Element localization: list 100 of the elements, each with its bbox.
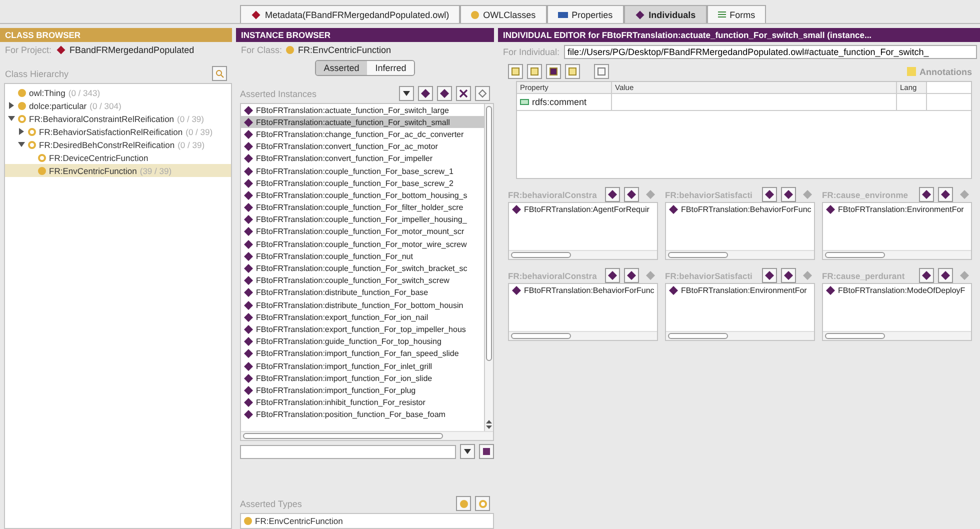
instance-item[interactable]: FBtoFRTranslation:convert_function_For_ac_motor bbox=[241, 140, 484, 153]
tree-item[interactable]: FR:DeviceCentricFunction bbox=[5, 151, 231, 164]
tab[interactable]: Forms bbox=[706, 5, 766, 23]
tab[interactable]: Properties bbox=[546, 5, 624, 23]
url-field[interactable]: file://Users/PG/Desktop/FBandFRMergedandPopulated.owl#actuate_function_For_switch_ bbox=[564, 45, 977, 59]
add-value-button[interactable] bbox=[919, 268, 934, 283]
add-value-button[interactable] bbox=[781, 268, 796, 283]
instance-item[interactable]: FBtoFRTranslation:actuate_function_For_switch_small bbox=[241, 116, 484, 128]
diamond-icon bbox=[646, 190, 655, 199]
dropdown-button[interactable] bbox=[399, 86, 414, 101]
instance-item[interactable]: FBtoFRTranslation:distribute_function_For_bottom_housin bbox=[241, 299, 484, 312]
panel-button[interactable] bbox=[594, 64, 609, 79]
tree-item[interactable]: FR:DesiredBehConstrRelReification (0 / 39) bbox=[5, 138, 231, 151]
remove-type-button[interactable] bbox=[475, 496, 490, 511]
scroll-arrows-icon[interactable] bbox=[486, 420, 492, 429]
tree-item[interactable]: FR:EnvCentricFunction (39 / 39) bbox=[5, 164, 231, 177]
mode-tab[interactable]: Asserted bbox=[316, 61, 368, 75]
table-cell: rdfs:comment bbox=[517, 94, 612, 110]
delete-button[interactable] bbox=[456, 86, 471, 101]
add-instance-button[interactable] bbox=[437, 86, 452, 101]
instance-item[interactable]: FBtoFRTranslation:couple_function_For_motor_mount_scr bbox=[241, 226, 484, 238]
triangle-icon[interactable] bbox=[8, 102, 15, 109]
view-button[interactable] bbox=[479, 444, 494, 459]
instance-item[interactable]: FBtoFRTranslation:convert_function_For_impeller bbox=[241, 152, 484, 165]
scrollbar[interactable] bbox=[484, 104, 493, 431]
instance-item[interactable]: FBtoFRTranslation:couple_function_For_switch_bracket_sc bbox=[241, 262, 484, 275]
class-icon bbox=[286, 46, 294, 54]
instance-item[interactable]: FBtoFRTranslation:export_function_For_ion_nail bbox=[241, 311, 484, 324]
tab[interactable]: OWLClasses bbox=[460, 5, 547, 23]
instance-item[interactable]: FBtoFRTranslation:couple_function_For_impeller_housing_ bbox=[241, 214, 484, 226]
diamond-icon bbox=[627, 190, 636, 199]
instance-item[interactable]: FBtoFRTranslation:import_function_For_fan_speed_slide bbox=[241, 348, 484, 360]
diamond-icon bbox=[826, 204, 835, 214]
square-icon bbox=[530, 67, 539, 76]
tab[interactable]: Metadata(FBandFRMergedandPopulated.owl) bbox=[240, 5, 460, 23]
add-value-button[interactable] bbox=[762, 268, 777, 283]
diamond-icon bbox=[826, 286, 835, 295]
diamond-icon bbox=[922, 271, 931, 280]
add-value-button[interactable] bbox=[624, 268, 639, 283]
instance-item[interactable]: FBtoFRTranslation:couple_function_For_bottom_housing_s bbox=[241, 189, 484, 202]
tree-item[interactable]: FR:BehavioralConstraintRelReification (0 / 39) bbox=[5, 112, 231, 125]
instance-item[interactable]: FBtoFRTranslation:change_function_For_ac_dc_converter bbox=[241, 128, 484, 141]
scrollbar[interactable] bbox=[241, 431, 493, 440]
scrollbar[interactable] bbox=[509, 250, 657, 259]
type-item[interactable]: FR:EnvCentricFunction bbox=[241, 514, 493, 527]
square-icon bbox=[549, 67, 558, 76]
add-value-button[interactable] bbox=[938, 268, 953, 283]
square-icon bbox=[568, 67, 577, 76]
triangle-icon[interactable] bbox=[18, 128, 25, 135]
add-value-button[interactable] bbox=[781, 187, 796, 202]
add-type-button[interactable] bbox=[456, 496, 471, 511]
scrollbar[interactable] bbox=[666, 250, 814, 259]
add-value-button[interactable] bbox=[938, 187, 953, 202]
instance-item[interactable]: FBtoFRTranslation:guide_function_For_top_housing bbox=[241, 336, 484, 348]
instance-item[interactable]: FBtoFRTranslation:import_function_For_plug bbox=[241, 384, 484, 396]
caret-icon bbox=[403, 91, 410, 96]
add-value-button[interactable] bbox=[762, 187, 777, 202]
diamond-icon bbox=[440, 89, 449, 98]
scrollbar[interactable] bbox=[823, 331, 971, 340]
instance-item[interactable]: FBtoFRTranslation:import_function_For_ion_slide bbox=[241, 372, 484, 384]
triangle-icon[interactable] bbox=[8, 115, 15, 122]
tree-item[interactable]: FR:BehaviorSatisfactionRelReification (0 / 39) bbox=[5, 125, 231, 138]
input-field[interactable] bbox=[240, 444, 456, 458]
diamond-icon bbox=[669, 286, 678, 295]
add-button[interactable] bbox=[508, 64, 523, 79]
instance-item[interactable]: FBtoFRTranslation:distribute_function_For_base bbox=[241, 286, 484, 299]
instance-item[interactable]: FBtoFRTranslation:actuate_function_For_switch_large bbox=[241, 104, 484, 116]
instance-item[interactable]: FBtoFRTranslation:couple_function_For_filter_holder_scre bbox=[241, 202, 484, 214]
mode-tab[interactable]: Inferred bbox=[367, 61, 414, 75]
add-value-button[interactable] bbox=[919, 187, 934, 202]
add-instance-button[interactable] bbox=[418, 86, 433, 101]
instance-item[interactable]: FBtoFRTranslation:couple_function_For_base_screw_1 bbox=[241, 164, 484, 178]
tag-button[interactable] bbox=[475, 86, 490, 101]
scrollbar[interactable] bbox=[509, 331, 657, 340]
instance-item[interactable]: FBtoFRTranslation:position_function_For_base_foam bbox=[241, 408, 484, 421]
dropdown-button[interactable] bbox=[460, 444, 475, 459]
tree-item[interactable]: dolce:particular (0 / 304) bbox=[5, 99, 231, 112]
project-label: For Project: bbox=[5, 45, 52, 55]
add-value-button[interactable] bbox=[605, 268, 620, 283]
class-icon bbox=[244, 516, 252, 524]
add-value-button[interactable] bbox=[624, 187, 639, 202]
search-button[interactable] bbox=[212, 66, 227, 81]
instance-item[interactable]: FBtoFRTranslation:inhibit_function_For_resistor bbox=[241, 396, 484, 409]
class-icon bbox=[478, 500, 486, 508]
square-icon bbox=[511, 67, 520, 76]
property-button[interactable] bbox=[546, 64, 561, 79]
slot-label: FR:behaviorSatisfacti bbox=[665, 190, 754, 200]
tab[interactable]: Individuals bbox=[624, 5, 707, 23]
instance-item[interactable]: FBtoFRTranslation:couple_function_For_base_screw_2 bbox=[241, 177, 484, 190]
instance-item[interactable]: FBtoFRTranslation:couple_function_For_nut bbox=[241, 250, 484, 262]
instance-item[interactable]: FBtoFRTranslation:export_function_For_top_impeller_hous bbox=[241, 323, 484, 336]
tree-item[interactable]: owl:Thing (0 / 343) bbox=[5, 86, 231, 99]
scrollbar[interactable] bbox=[666, 331, 814, 340]
instance-item[interactable]: FBtoFRTranslation:couple_function_For_motor_wire_screw bbox=[241, 238, 484, 250]
instance-item[interactable]: FBtoFRTranslation:couple_function_For_switch_screw bbox=[241, 274, 484, 287]
add-value-button[interactable] bbox=[605, 187, 620, 202]
slot-label: FR:behavioralConstra bbox=[508, 270, 598, 280]
triangle-icon[interactable] bbox=[18, 141, 25, 148]
instance-item[interactable]: FBtoFRTranslation:import_function_For_inlet_grill bbox=[241, 360, 484, 372]
scrollbar[interactable] bbox=[823, 250, 971, 259]
